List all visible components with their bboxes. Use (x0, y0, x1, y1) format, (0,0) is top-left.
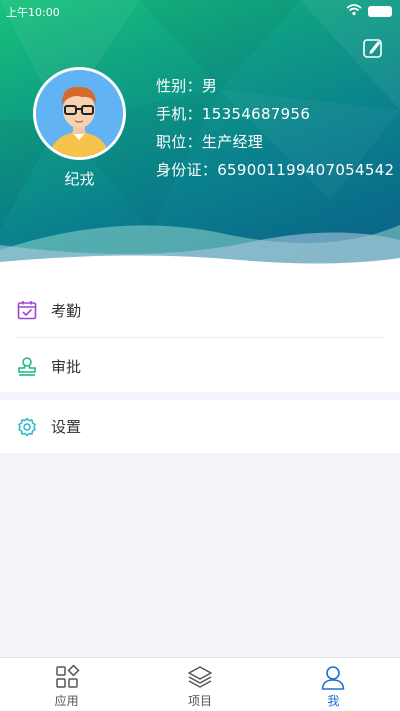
id-value: 659001199407054542 (217, 161, 395, 179)
position-row: 职位：生产经理 (156, 132, 394, 160)
wifi-icon (346, 4, 362, 16)
attendance-label: 考勤 (51, 301, 82, 320)
phone-value: 15354687956 (201, 105, 311, 123)
apps-icon (55, 664, 80, 688)
settings-label: 设置 (51, 418, 82, 436)
header-wave (0, 225, 400, 268)
gender-value: 男 (201, 77, 218, 95)
position-label: 职位： (156, 133, 202, 151)
avatar-illustration (36, 70, 123, 157)
id-row: 身份证：659001199407054542 (156, 160, 394, 188)
gender-label: 性别： (156, 77, 202, 95)
layers-icon (188, 666, 212, 688)
tab-projects-label: 项目 (187, 694, 212, 708)
tab-projects[interactable]: 项目 (133, 658, 266, 711)
user-name: 纪戎 (64, 170, 95, 188)
stamp-icon (17, 356, 37, 376)
menu-group-work: 考勤 审批 (0, 268, 400, 392)
settings-item[interactable]: 设置 (0, 400, 400, 453)
tab-me-label: 我 (327, 694, 340, 708)
menu-group-system: 设置 (0, 400, 400, 453)
battery-icon (368, 6, 392, 17)
status-time: 上午10:00 (6, 6, 60, 19)
avatar[interactable] (33, 67, 126, 160)
gender-row: 性别：男 (156, 76, 394, 104)
tab-bar: 应用 项目 我 (0, 657, 400, 711)
gear-icon (17, 417, 37, 437)
approval-item[interactable]: 审批 (0, 338, 400, 394)
attendance-item[interactable]: 考勤 (0, 282, 400, 338)
phone-row: 手机：15354687956 (156, 104, 394, 132)
phone-label: 手机： (156, 105, 202, 123)
user-icon (322, 666, 345, 690)
tab-apps-label: 应用 (54, 694, 79, 708)
approval-label: 审批 (51, 357, 82, 376)
tab-apps[interactable]: 应用 (0, 658, 133, 711)
profile-header: 上午10:00 纪戎 性别：男 手机：15354687956 职位：生产经理 身… (0, 0, 400, 268)
position-value: 生产经理 (201, 133, 264, 151)
profile-info: 性别：男 手机：15354687956 职位：生产经理 身份证：65900119… (156, 76, 394, 188)
edit-icon[interactable] (362, 37, 384, 59)
tab-me[interactable]: 我 (267, 658, 400, 711)
calendar-check-icon (17, 300, 37, 320)
status-bar: 上午10:00 (0, 0, 400, 24)
id-label: 身份证： (156, 161, 218, 179)
